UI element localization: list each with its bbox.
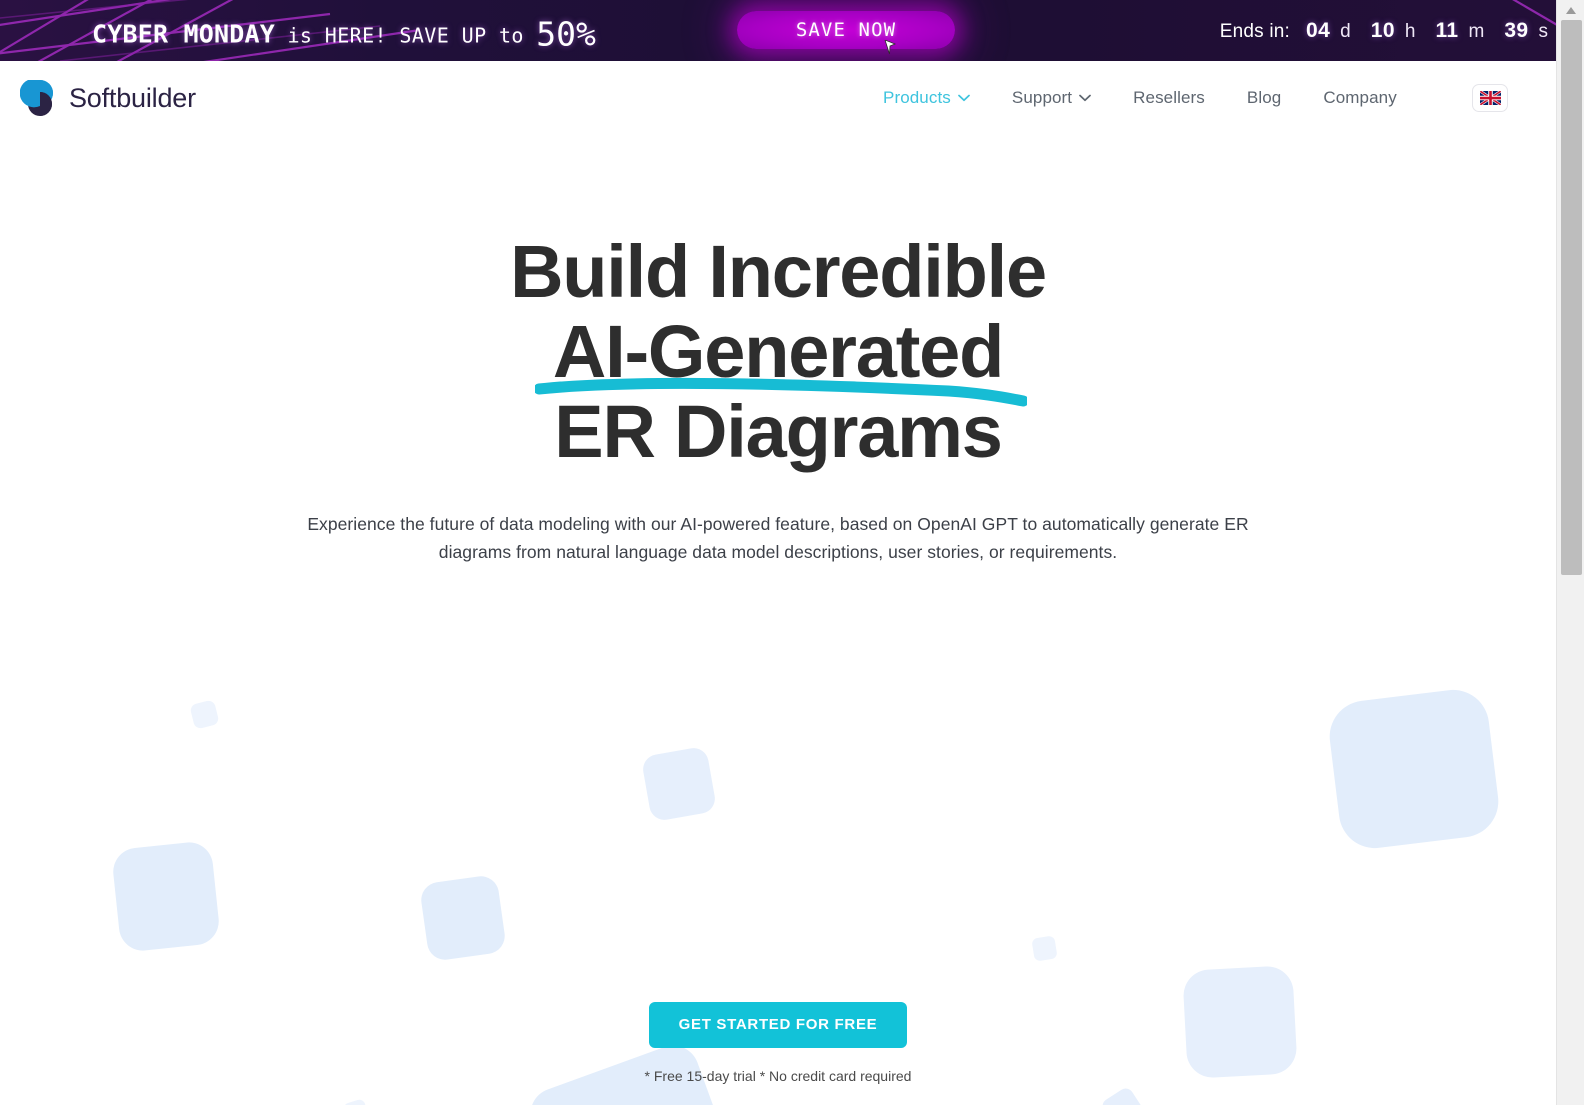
scroll-up-arrow-icon[interactable] — [1557, 0, 1584, 20]
countdown-label: Ends in: — [1219, 20, 1290, 42]
chevron-down-icon — [1079, 94, 1091, 102]
softbuilder-logo-icon — [20, 80, 53, 116]
nav-item-blog[interactable]: Blog — [1226, 82, 1302, 114]
cta-fine-print: * Free 15-day trial * No credit card req… — [644, 1068, 912, 1084]
nav-label-company: Company — [1323, 88, 1397, 107]
decor-square-2 — [640, 745, 718, 823]
browser-scrollbar[interactable] — [1556, 0, 1584, 1105]
main-navigation: Products Support Resellers Blog Company — [862, 82, 1418, 114]
decor-square-3 — [1325, 685, 1503, 853]
countdown-days-unit: d — [1340, 20, 1351, 42]
nav-label-resellers: Resellers — [1133, 88, 1205, 107]
decor-square-8 — [342, 1098, 370, 1105]
page-viewport: CYBER MONDAY is HERE! SAVE UP to 50% SAV… — [0, 0, 1556, 1105]
promo-headline: CYBER MONDAY is HERE! SAVE UP to 50% — [92, 11, 596, 53]
hero-subtitle: Experience the future of data modeling w… — [298, 510, 1258, 566]
promo-banner: CYBER MONDAY is HERE! SAVE UP to 50% SAV… — [0, 0, 1556, 61]
nav-label-blog: Blog — [1246, 88, 1282, 107]
countdown-seconds-unit: s — [1538, 20, 1549, 42]
scrollbar-thumb[interactable] — [1561, 20, 1582, 575]
countdown-minutes-unit: m — [1468, 20, 1485, 42]
headline-line-3: ER Diagrams — [554, 390, 1003, 473]
hero-section: Build Incredible AI-Generated ER Diagram… — [0, 135, 1556, 1105]
cta-container: GET STARTED FOR FREE — [0, 1002, 1556, 1048]
headline-line-1: Build Incredible — [510, 230, 1047, 313]
decor-square-4 — [110, 840, 222, 953]
countdown-hours-value: 10 — [1370, 18, 1395, 42]
page-title: Build Incredible AI-Generated ER Diagram… — [0, 232, 1556, 472]
headline-line-2: AI-Generated — [552, 310, 1004, 393]
decor-square-5 — [418, 873, 508, 963]
nav-item-products[interactable]: Products — [862, 82, 991, 114]
nav-label-products: Products — [883, 88, 951, 107]
nav-item-company[interactable]: Company — [1302, 82, 1417, 114]
nav-item-resellers[interactable]: Resellers — [1112, 82, 1226, 114]
uk-flag-icon — [1479, 91, 1501, 105]
decor-square-1 — [189, 699, 220, 730]
site-header: Softbuilder Products Support Resellers B… — [0, 61, 1556, 135]
countdown-days-value: 04 — [1306, 18, 1331, 42]
countdown-minutes-value: 11 — [1435, 18, 1459, 42]
language-selector-button[interactable] — [1472, 84, 1508, 112]
logo-text: Softbuilder — [69, 82, 196, 113]
hero-subtitle-line-1: Experience the future of data modeling w… — [307, 514, 1220, 534]
logo-link[interactable]: Softbuilder — [20, 76, 196, 120]
promo-headline-mid: is HERE! SAVE UP to — [275, 23, 537, 47]
countdown-seconds-value: 39 — [1504, 18, 1529, 42]
chevron-down-icon — [958, 94, 970, 102]
nav-label-support: Support — [1011, 88, 1073, 107]
get-started-button[interactable]: GET STARTED FOR FREE — [648, 1002, 908, 1048]
countdown-timer: Ends in: 04 d 10 h 11 m 39 s — [1220, 19, 1548, 43]
promo-headline-prefix: CYBER MONDAY — [92, 19, 276, 48]
promo-headline-percent: 50% — [536, 14, 596, 53]
decor-square-6 — [1031, 935, 1058, 962]
nav-item-support[interactable]: Support — [991, 82, 1112, 114]
save-now-button[interactable]: SAVE NOW — [737, 11, 955, 49]
countdown-hours-unit: h — [1404, 20, 1416, 42]
mouse-cursor-icon — [884, 40, 896, 55]
decor-square-9 — [1099, 1085, 1147, 1105]
